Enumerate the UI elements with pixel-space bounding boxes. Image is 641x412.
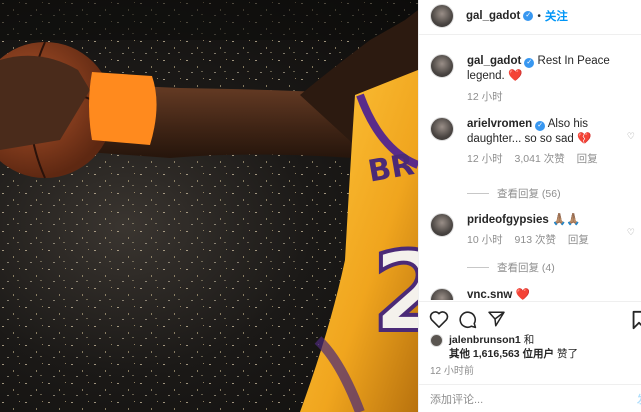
share-icon[interactable]: [487, 310, 506, 328]
actions-divider: [419, 301, 641, 302]
commenter-avatar[interactable]: [430, 213, 454, 237]
broken-heart-emoji: 💔: [576, 133, 592, 145]
comment-icon[interactable]: [458, 310, 477, 329]
reply-button[interactable]: 回复: [568, 234, 589, 246]
likes-suffix: 赞了: [556, 348, 578, 360]
replies-line: [467, 193, 489, 194]
heart-emoji: ❤️: [515, 289, 530, 300]
comment-emoji: 🙏🏽🙏🏽: [552, 214, 581, 226]
author-username[interactable]: gal_gadot: [466, 10, 520, 22]
comments-list[interactable]: gal_gadot ✓ Rest In Peace legend. ❤️ 12 小…: [419, 45, 641, 300]
add-comment-bar: 添加评论... 发: [419, 384, 641, 412]
post-photo[interactable]: BR 2: [0, 0, 418, 412]
commenter-avatar[interactable]: [430, 117, 454, 141]
caption-avatar[interactable]: [430, 54, 454, 78]
comment-likes[interactable]: 3,041 次赞: [515, 153, 565, 165]
separator-dot: •: [537, 10, 541, 22]
verified-icon: ✓: [535, 121, 546, 131]
first-liker[interactable]: jalenbrunson1: [449, 334, 521, 346]
likes-count[interactable]: 其他 1,616,563 位用户: [449, 348, 554, 360]
view-replies[interactable]: 查看回复 (56): [467, 186, 561, 201]
heart-emoji: ❤️: [507, 70, 523, 82]
comment-time[interactable]: 10 小时: [467, 234, 503, 246]
comment-item: vnc.snw ❤️: [430, 288, 635, 300]
reply-button[interactable]: 回复: [577, 153, 598, 165]
like-comment-icon[interactable]: ♡: [627, 227, 635, 238]
post-sidebar: gal_gadot ✓ • 关注 gal_gadot ✓ Rest In Peac…: [418, 0, 641, 412]
verified-icon: ✓: [524, 58, 535, 68]
kobe-photo-illustration: BR 2: [0, 0, 418, 412]
verified-icon: ✓: [523, 11, 534, 21]
comment-username[interactable]: vnc.snw: [467, 289, 512, 300]
header-divider: [419, 34, 641, 35]
bookmark-icon[interactable]: [631, 310, 641, 330]
wristband: [89, 72, 157, 145]
action-bar: [419, 304, 641, 334]
comment-item: prideofgypsies 🙏🏽🙏🏽 10 小时 913 次赞 回复 ♡: [430, 213, 635, 248]
follow-button[interactable]: 关注: [545, 8, 568, 24]
caption-username[interactable]: gal_gadot: [467, 55, 521, 67]
like-icon[interactable]: [429, 310, 449, 328]
view-replies-label[interactable]: 查看回复 (56): [497, 186, 561, 201]
post-header: gal_gadot ✓ • 关注: [419, 0, 641, 32]
view-replies-label[interactable]: 查看回复 (4): [497, 260, 555, 275]
likes-and: 和: [523, 334, 535, 346]
view-replies[interactable]: 查看回复 (4): [467, 260, 555, 275]
comment-input[interactable]: 添加评论...: [430, 391, 483, 407]
likes-summary: jalenbrunson1 和 其他 1,616,563 位用户 赞了: [430, 333, 641, 361]
comment-likes[interactable]: 913 次赞: [515, 234, 556, 246]
jersey-number: 2: [372, 228, 418, 356]
liker-avatar[interactable]: [430, 334, 443, 347]
post-comment-button[interactable]: 发: [637, 391, 641, 407]
like-comment-icon[interactable]: ♡: [627, 131, 635, 142]
replies-line: [467, 267, 489, 268]
commenter-avatar[interactable]: [430, 288, 454, 300]
post-time[interactable]: 12 小时前: [430, 362, 474, 377]
comment-username[interactable]: prideofgypsies: [467, 214, 549, 226]
caption-time[interactable]: 12 小时: [467, 91, 503, 103]
comment-item: arielvromen ✓ Also his daughter... so so …: [430, 117, 635, 167]
author-avatar[interactable]: [430, 4, 454, 28]
comment-time[interactable]: 12 小时: [467, 153, 503, 165]
comment-username[interactable]: arielvromen: [467, 118, 532, 130]
caption: gal_gadot ✓ Rest In Peace legend. ❤️ 12 小…: [430, 54, 635, 105]
